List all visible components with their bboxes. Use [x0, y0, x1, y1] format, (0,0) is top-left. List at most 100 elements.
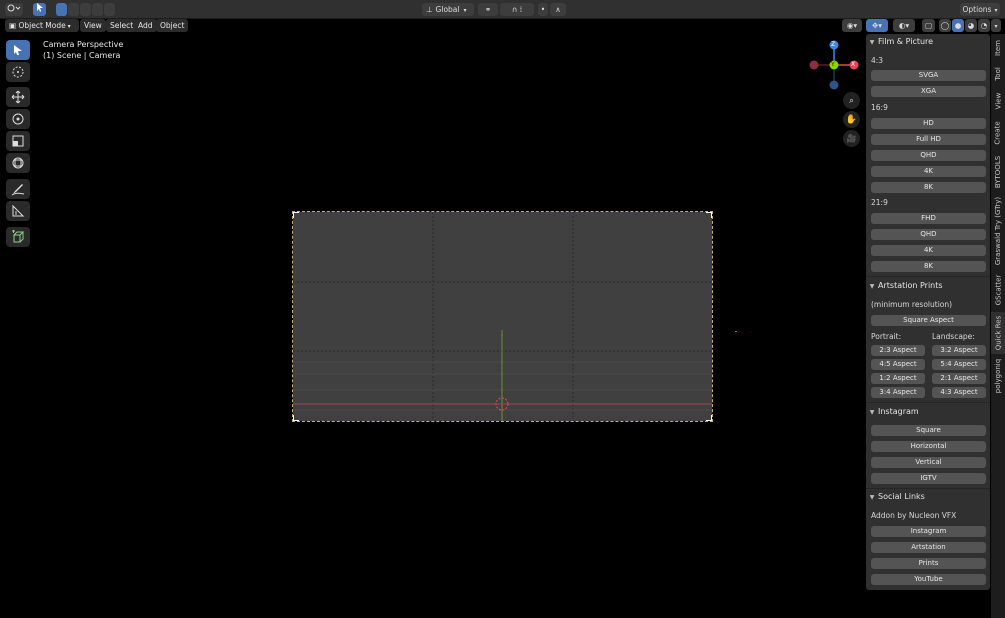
tool-transform[interactable]	[6, 153, 30, 173]
landscape-3-2-button[interactable]: 3:2 Aspect	[932, 345, 986, 356]
add-cube-icon	[12, 230, 25, 243]
tool-rotate[interactable]	[6, 109, 30, 129]
select-mode-subtract-button[interactable]	[80, 3, 91, 16]
qhd-21-9-button[interactable]: QHD	[871, 229, 986, 240]
select-tool-button[interactable]	[33, 3, 46, 16]
shading-solid-button[interactable]: ●	[952, 19, 964, 32]
zoom-button[interactable]: ⌕	[843, 92, 860, 109]
shading-rendered-button[interactable]: ◔	[978, 19, 990, 32]
ratio-4-3-label: 4:3	[871, 56, 884, 65]
select-mode-intersect-button[interactable]	[104, 3, 115, 16]
4k-16-9-button[interactable]: 4K	[871, 166, 986, 177]
menu-view[interactable]: View	[80, 19, 106, 32]
social-prints-button[interactable]: Prints	[871, 558, 986, 569]
qhd-16-9-button[interactable]: QHD	[871, 150, 986, 161]
transform-orientation-dropdown[interactable]: ⊥ Global ▾	[422, 3, 474, 16]
menu-add[interactable]: Add	[134, 19, 157, 32]
artstation-prints-header[interactable]: ▼ Artstation Prints	[866, 279, 990, 293]
chevron-down-icon: ▾	[994, 23, 998, 30]
tool-select-box[interactable]	[6, 40, 30, 60]
tab-gscatter[interactable]: GScatter	[991, 270, 1005, 310]
gizmo-y-label: Y	[831, 61, 835, 68]
tool-scale[interactable]	[6, 131, 30, 151]
menu-object[interactable]: Object	[156, 19, 189, 32]
shading-wireframe-button[interactable]: ◯	[939, 19, 951, 32]
tab-view[interactable]: View	[991, 88, 1005, 114]
social-links-header[interactable]: ▼ Social Links	[866, 490, 990, 504]
minimum-resolution-note: (minimum resolution)	[871, 300, 953, 309]
gizmo-toggle-button[interactable]: ✥▾	[866, 19, 888, 32]
tab-bytools[interactable]: BYTOOLS	[991, 152, 1005, 192]
social-youtube-button[interactable]: YouTube	[871, 574, 986, 585]
proportional-edit-button[interactable]: •	[538, 3, 548, 16]
section-divider	[866, 402, 990, 403]
falloff-dropdown[interactable]: ∧	[550, 3, 566, 16]
landscape-4-3-button[interactable]: 4:3 Aspect	[932, 387, 986, 398]
instagram-vertical-button[interactable]: Vertical	[871, 457, 986, 468]
3d-cursor-icon	[12, 66, 24, 78]
collapse-arrow-icon: ▼	[869, 39, 875, 46]
xga-button[interactable]: XGA	[871, 86, 986, 97]
instagram-horizontal-button[interactable]: Horizontal	[871, 441, 986, 452]
portrait-1-2-button[interactable]: 1:2 Aspect	[871, 373, 925, 384]
portrait-4-5-button[interactable]: 4:5 Aspect	[871, 359, 925, 370]
overlays-icon: ◐▾	[898, 21, 910, 30]
8k-16-9-button[interactable]: 8K	[871, 182, 986, 193]
tab-quick-res[interactable]: Quick Res	[991, 312, 1005, 354]
mode-dropdown[interactable]: ▣ Object Mode ▾	[5, 19, 79, 32]
hd-button[interactable]: HD	[871, 118, 986, 129]
svga-button[interactable]: SVGA	[871, 70, 986, 81]
instagram-igtv-button[interactable]: IGTV	[871, 473, 986, 484]
camera-perspective-label: Camera Perspective	[43, 40, 124, 49]
shading-material-button[interactable]: ◕	[965, 19, 977, 32]
eye-icon: ◉▾	[846, 21, 858, 30]
social-links-title: Social Links	[878, 492, 925, 501]
instagram-square-button[interactable]: Square	[871, 425, 986, 436]
square-aspect-button[interactable]: Square Aspect	[871, 315, 986, 326]
pivot-point-dropdown[interactable]: ⚭	[478, 3, 498, 16]
full-hd-button[interactable]: Full HD	[871, 134, 986, 145]
social-artstation-button[interactable]: Artstation	[871, 542, 986, 553]
tool-measure[interactable]	[6, 201, 30, 221]
camera-overlay	[292, 211, 713, 422]
tool-cursor[interactable]	[6, 62, 30, 82]
landscape-2-1-button[interactable]: 2:1 Aspect	[932, 373, 986, 384]
xray-toggle-button[interactable]: ▢	[922, 19, 935, 32]
tab-item[interactable]: Item	[991, 36, 1005, 60]
pan-button[interactable]: ✋	[843, 111, 860, 128]
visibility-dropdown[interactable]: ◉▾	[842, 19, 862, 32]
tool-add-cube[interactable]	[6, 227, 30, 247]
menu-select[interactable]: Select	[106, 19, 138, 32]
landscape-label: Landscape:	[932, 332, 975, 341]
gizmo-icon: ✥▾	[871, 21, 883, 30]
tool-move[interactable]	[6, 87, 30, 107]
overlays-toggle-button[interactable]: ◐▾	[893, 19, 915, 32]
instagram-header[interactable]: ▼ Instagram	[866, 405, 990, 419]
options-dropdown[interactable]: Options ▾	[960, 3, 1000, 16]
tab-tool[interactable]: Tool	[991, 62, 1005, 86]
chevron-down-icon: ▾	[994, 7, 998, 14]
collapse-arrow-icon: ▼	[869, 283, 875, 290]
tab-polygoniq[interactable]: polygoniq	[991, 356, 1005, 396]
tab-gtry[interactable]: Graswald Try (GTry)	[991, 195, 1005, 267]
film-picture-header[interactable]: ▼ Film & Picture	[866, 35, 990, 49]
camera-view-button[interactable]: 🎥	[843, 130, 860, 147]
select-mode-extend-button[interactable]	[68, 3, 79, 16]
tab-create[interactable]: Create	[991, 117, 1005, 149]
fhd-21-9-button[interactable]: FHD	[871, 213, 986, 224]
portrait-3-4-button[interactable]: 3:4 Aspect	[871, 387, 925, 398]
8k-21-9-button[interactable]: 8K	[871, 261, 986, 272]
falloff-curve-icon: ∧	[555, 5, 561, 14]
hand-icon: ✋	[845, 114, 858, 125]
tool-annotate[interactable]	[6, 179, 30, 199]
shading-options-dropdown[interactable]: ▾	[991, 19, 1001, 32]
portrait-2-3-button[interactable]: 2:3 Aspect	[871, 345, 925, 356]
4k-21-9-button[interactable]: 4K	[871, 245, 986, 256]
select-mode-invert-button[interactable]	[92, 3, 103, 16]
snapping-dropdown[interactable]: ∩ ⁞	[500, 3, 534, 16]
select-mode-new-button[interactable]	[56, 3, 67, 16]
landscape-5-4-button[interactable]: 5:4 Aspect	[932, 359, 986, 370]
editor-type-button[interactable]	[5, 3, 23, 16]
rendered-sphere-icon: ◔	[980, 21, 988, 30]
social-instagram-button[interactable]: Instagram	[871, 526, 986, 537]
